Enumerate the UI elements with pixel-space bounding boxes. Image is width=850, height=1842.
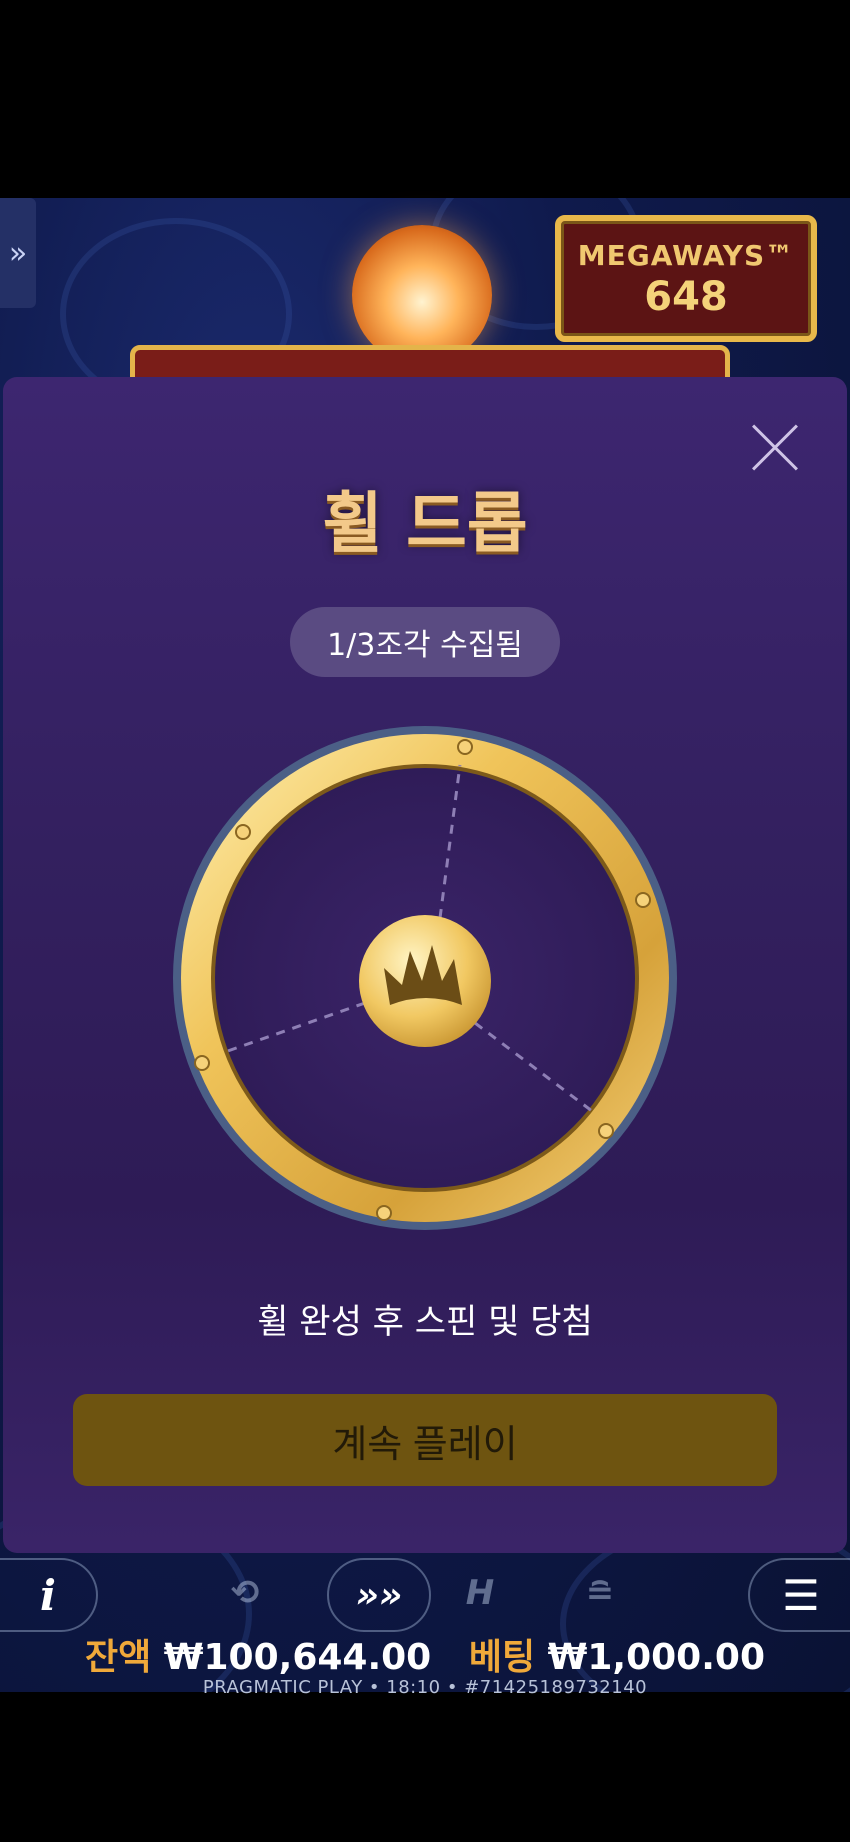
footer-info: PRAGMATIC PLAY • 18:10 • #71425189732140 [202, 1677, 648, 1698]
coin-stack-icon: ≘ [585, 1573, 615, 1613]
continue-play-button[interactable]: 계속 플레이 [73, 1394, 777, 1486]
wheel-graphic [173, 726, 677, 1230]
wheel-rivet [457, 739, 473, 755]
megaways-count: 648 [644, 274, 728, 320]
hold-button[interactable]: H [445, 1560, 515, 1626]
close-icon[interactable] [748, 421, 802, 475]
info-button[interactable]: i [0, 1558, 98, 1632]
menu-button[interactable]: ☰ [748, 1558, 850, 1632]
bet-value: ₩1,000.00 [547, 1637, 765, 1678]
dragon-pearl-logo [352, 225, 492, 365]
double-chevron-right-icon: » [8, 235, 28, 271]
wheel-rivet [598, 1123, 614, 1139]
wheel-rivet [194, 1055, 210, 1071]
balance-label: 잔액 [84, 1637, 152, 1678]
wheel-rivet [235, 824, 251, 840]
autoplay-button[interactable]: ⟲ [210, 1560, 280, 1626]
wheel-rivet [635, 892, 651, 908]
balance-value: ₩100,644.00 [163, 1637, 432, 1678]
balance-bar: 잔액 ₩100,644.00 베팅 ₩1,000.00 [0, 1628, 850, 1680]
dialog-title: 휠 드롭 [322, 485, 528, 562]
megaways-label: MEGAWAYS™ [577, 239, 795, 272]
autoplay-icon: ⟲ [230, 1573, 260, 1613]
turbo-spin-button[interactable]: »» [327, 1558, 431, 1632]
wheel-rivet [376, 1205, 392, 1221]
info-icon: i [40, 1570, 56, 1620]
side-panel-toggle[interactable]: » [0, 198, 36, 308]
hamburger-menu-icon: ☰ [782, 1570, 820, 1620]
turbo-spin-icon: »» [355, 1574, 403, 1616]
megaways-badge: MEGAWAYS™ 648 [555, 215, 817, 342]
hold-icon: H [465, 1573, 495, 1613]
bet-label: 베팅 [468, 1637, 536, 1678]
wheel-caption: 휠 완성 후 스핀 및 당첨 [257, 1302, 593, 1342]
progress-badge: 1/3조각 수집됨 [290, 607, 560, 677]
bet-button[interactable]: ≘ [565, 1560, 635, 1626]
